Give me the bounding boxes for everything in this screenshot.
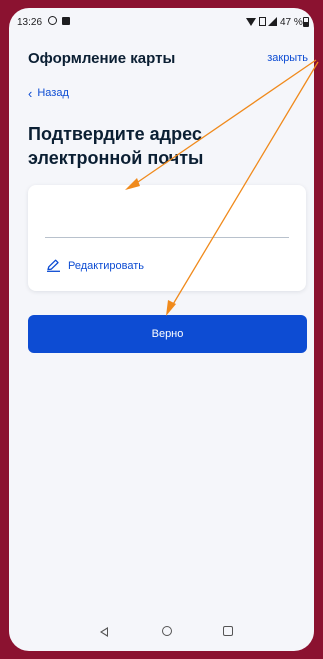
navigation-bar xyxy=(9,618,314,651)
edit-label: Редактировать xyxy=(68,259,144,272)
nav-recents-icon[interactable] xyxy=(223,626,233,636)
email-field[interactable] xyxy=(45,215,289,238)
chevron-left-icon: ‹ xyxy=(28,85,33,101)
status-time: 13:26 xyxy=(17,17,43,28)
close-link[interactable]: закрыть xyxy=(267,52,308,64)
phone-screen: 13:26 47 % Оформление карты закрыть ‹ На… xyxy=(9,8,314,651)
email-card: Редактировать xyxy=(28,185,306,291)
nav-home-icon[interactable] xyxy=(162,626,172,636)
header-title: Оформление карты xyxy=(28,50,176,67)
image-icon xyxy=(62,17,70,25)
confirm-button[interactable]: Верно xyxy=(28,315,307,353)
edit-link[interactable]: Редактировать xyxy=(46,259,144,272)
back-link[interactable]: ‹ Назад xyxy=(28,85,69,101)
battery-percent: 47 % xyxy=(280,17,303,28)
back-label: Назад xyxy=(37,87,69,99)
whatsapp-icon xyxy=(48,16,57,25)
nav-back-icon[interactable] xyxy=(100,627,108,637)
sim-icon xyxy=(259,17,266,26)
page-title: Подтвердите адрес электронной почты xyxy=(28,124,204,168)
status-bar: 13:26 47 % xyxy=(9,8,314,38)
pencil-icon xyxy=(47,259,60,272)
wifi-icon xyxy=(246,18,256,26)
battery-icon xyxy=(303,17,309,27)
signal-icon xyxy=(268,17,277,26)
